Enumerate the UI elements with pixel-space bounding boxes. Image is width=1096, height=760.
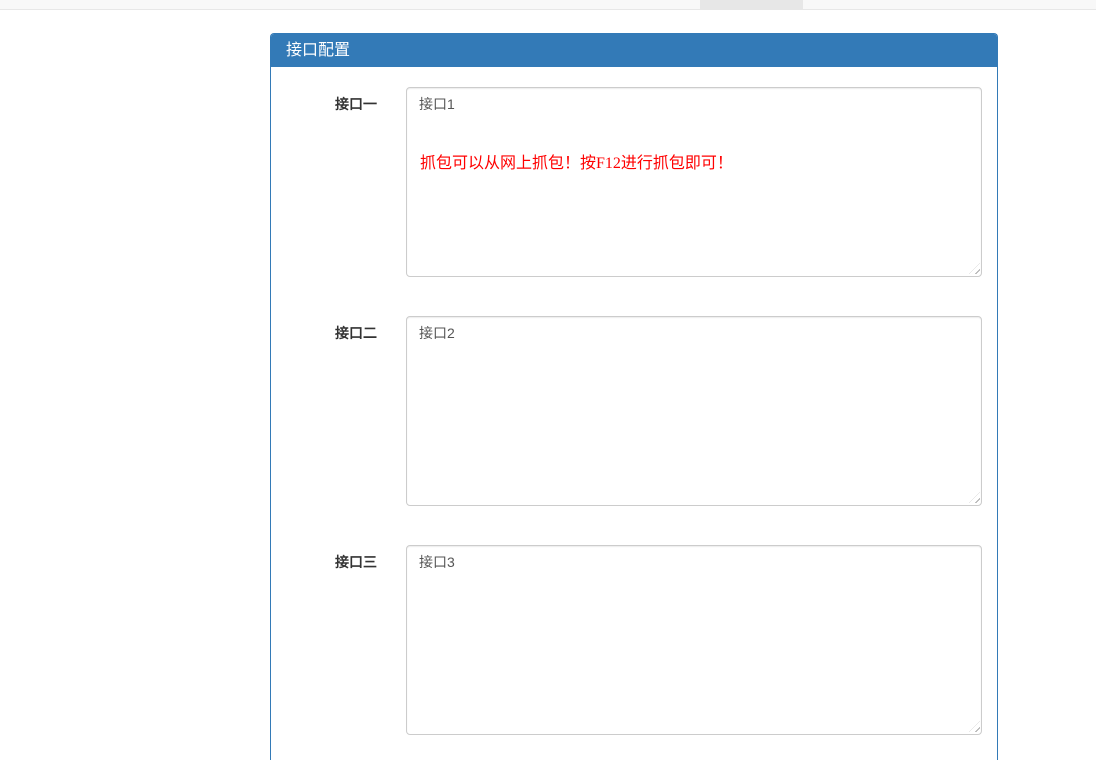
interface-3-label: 接口三	[285, 545, 406, 735]
interface-config-panel: 接口配置 接口一 接口1 抓包可以从网上抓包！按F12进行抓包即可！ 接口二 接…	[270, 33, 998, 760]
form-row-interface-2: 接口二 接口2	[285, 316, 983, 506]
interface-1-textarea[interactable]: 接口1	[406, 87, 982, 277]
interface-1-label: 接口一	[285, 87, 406, 277]
form-row-interface-3: 接口三 接口3	[285, 545, 983, 735]
interface-2-textarea-wrap: 接口2	[406, 316, 982, 506]
navbar-active-tab[interactable]	[700, 0, 803, 10]
panel-header: 接口配置	[271, 34, 997, 67]
interface-1-textarea-wrap: 接口1 抓包可以从网上抓包！按F12进行抓包即可！	[406, 87, 982, 277]
top-navbar	[0, 0, 1096, 10]
interface-3-textarea-wrap: 接口3	[406, 545, 982, 735]
panel-title: 接口配置	[286, 42, 350, 59]
form-row-interface-1: 接口一 接口1 抓包可以从网上抓包！按F12进行抓包即可！	[285, 87, 983, 277]
panel-body: 接口一 接口1 抓包可以从网上抓包！按F12进行抓包即可！ 接口二 接口2 接口…	[271, 67, 997, 735]
interface-2-textarea[interactable]: 接口2	[406, 316, 982, 506]
interface-2-label: 接口二	[285, 316, 406, 506]
interface-3-textarea[interactable]: 接口3	[406, 545, 982, 735]
